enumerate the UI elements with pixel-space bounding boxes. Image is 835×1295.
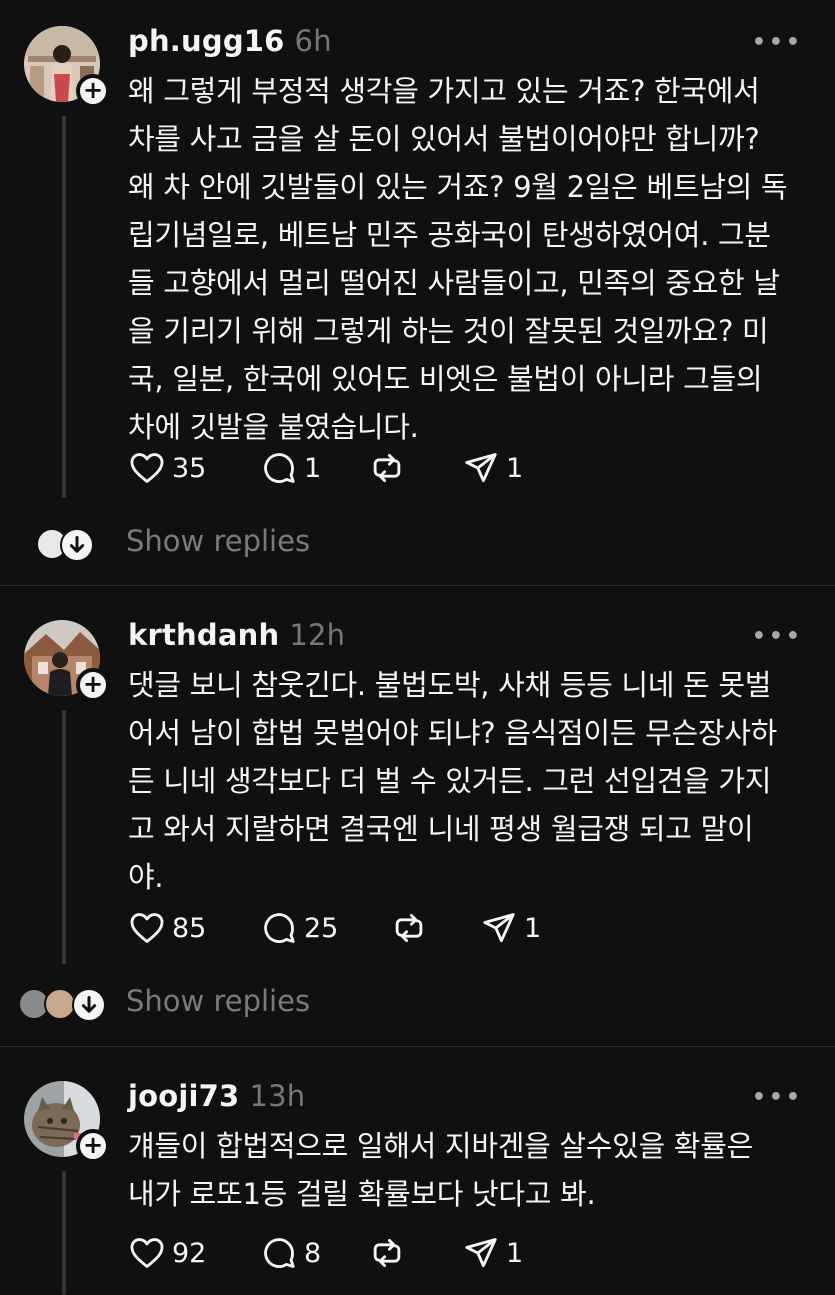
follow-plus-icon[interactable]: + — [76, 668, 110, 702]
reply-count: 8 — [304, 1237, 322, 1269]
follow-plus-icon[interactable]: + — [76, 74, 110, 108]
post-3: + jooji73 13h ••• 걔들이 합법적으로 일해서 지바겐을 살수있을… — [0, 1047, 835, 1295]
username-text[interactable]: jooji73 — [128, 1079, 239, 1113]
heart-icon — [130, 453, 164, 483]
like-count: 85 — [172, 912, 207, 944]
repost-button[interactable] — [368, 448, 412, 488]
post-2: + krthdanh 12h ••• 댓글 보니 참웃긴다. 불법도박, 사채 등… — [0, 586, 835, 1046]
comment-icon — [264, 913, 295, 943]
share-count: 1 — [524, 912, 542, 944]
arrow-down-icon — [72, 988, 106, 1022]
like-button[interactable]: 35 — [128, 448, 206, 488]
show-replies-label[interactable]: Show replies — [126, 984, 310, 1018]
avatar-container[interactable]: + — [24, 620, 110, 702]
show-replies-label[interactable]: Show replies — [126, 524, 310, 558]
thread-line — [62, 1171, 66, 1295]
follow-plus-icon[interactable]: + — [76, 1129, 110, 1163]
send-icon — [465, 453, 497, 483]
post-text: 걔들이 합법적으로 일해서 지바겐을 살수있을 확률은 내가 로또1등 걸릴 확… — [128, 1129, 753, 1211]
send-icon — [483, 913, 515, 943]
heart-icon — [130, 1238, 164, 1268]
repost-button[interactable] — [368, 1233, 412, 1273]
repost-icon — [373, 453, 401, 483]
username[interactable]: jooji73 13h — [128, 1079, 305, 1113]
more-options-icon[interactable]: ••• — [752, 30, 803, 55]
post-text: 댓글 보니 참웃긴다. 불법도박, 사채 등등 니네 돈 못벌 어서 남이 합법… — [128, 668, 777, 894]
post-time: 6h — [294, 24, 332, 58]
username-text[interactable]: krthdanh — [128, 618, 279, 652]
share-button[interactable]: 1 — [462, 448, 523, 488]
like-button[interactable]: 92 — [128, 1233, 206, 1273]
show-replies-row[interactable]: Show replies — [0, 520, 835, 568]
share-button[interactable]: 1 — [480, 908, 541, 948]
arrow-down-icon — [60, 528, 94, 562]
repost-icon — [395, 913, 423, 943]
reply-button[interactable]: 25 — [260, 908, 338, 948]
more-options-icon[interactable]: ••• — [752, 624, 803, 649]
share-button[interactable]: 1 — [462, 1233, 523, 1273]
reply-count: 1 — [304, 452, 322, 484]
thread-line — [62, 116, 66, 498]
share-count: 1 — [506, 1237, 524, 1269]
reply-button[interactable]: 1 — [260, 448, 321, 488]
repost-button[interactable] — [390, 908, 434, 948]
share-count: 1 — [506, 452, 524, 484]
reply-button[interactable]: 8 — [260, 1233, 321, 1273]
comment-icon — [264, 1238, 295, 1268]
heart-icon — [130, 913, 164, 943]
post-text: 왜 그렇게 부정적 생각을 가지고 있는 거죠? 한국에서 차를 사고 금을 살… — [128, 74, 788, 444]
repost-icon — [373, 1238, 401, 1268]
send-icon — [465, 1238, 497, 1268]
more-options-icon[interactable]: ••• — [752, 1085, 803, 1110]
post-1: + ph.ugg16 6h ••• 왜 그렇게 부정적 생각을 가지고 있는 거죠… — [0, 0, 835, 585]
post-time: 12h — [289, 618, 346, 652]
post-time: 13h — [249, 1079, 306, 1113]
show-replies-row[interactable]: Show replies — [0, 980, 835, 1028]
like-button[interactable]: 85 — [128, 908, 206, 948]
like-count: 35 — [172, 452, 207, 484]
like-count: 92 — [172, 1237, 207, 1269]
username[interactable]: krthdanh 12h — [128, 618, 345, 652]
avatar-container[interactable]: + — [24, 26, 110, 108]
comment-icon — [264, 453, 295, 483]
thread-line — [62, 710, 66, 964]
username-text[interactable]: ph.ugg16 — [128, 24, 285, 58]
username[interactable]: ph.ugg16 6h — [128, 24, 332, 58]
reply-count: 25 — [304, 912, 339, 944]
avatar-container[interactable]: + — [24, 1081, 110, 1163]
